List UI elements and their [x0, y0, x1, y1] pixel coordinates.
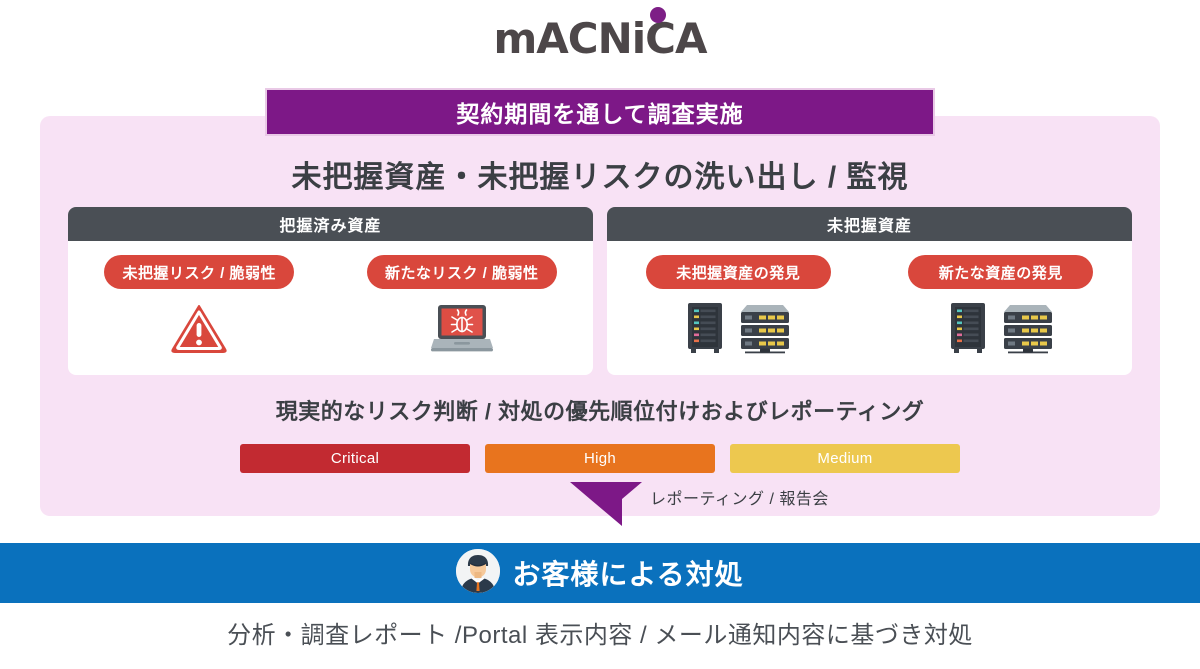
severity-bars: Critical High Medium [240, 444, 960, 473]
customer-action-label: お客様による対処 [512, 559, 744, 590]
severity-critical: Critical [240, 444, 470, 473]
logo-area: mACNiCA [0, 7, 1200, 68]
severity-high: High [485, 444, 715, 473]
known-assets-body: 未把握リスク / 脆弱性 新たなリスク / 脆弱性 [68, 241, 593, 375]
businessman-avatar-icon [456, 548, 501, 598]
logo-text: mACNiCA [493, 14, 708, 63]
known-assets-card: 把握済み資産 未把握リスク / 脆弱性 新たなリスク / 脆弱性 [68, 207, 593, 375]
known-assets-cell-2: 新たなリスク / 脆弱性 [331, 241, 594, 375]
unknown-assets-cell-1: 未把握資産の発見 [607, 241, 870, 375]
unknown-assets-cell-2: 新たな資産の発見 [870, 241, 1133, 375]
panel-subtitle: 未把握資産・未把握リスクの洗い出し / 監視 [291, 161, 909, 194]
down-arrow-icon [570, 480, 642, 527]
warning-triangle-icon [171, 299, 227, 357]
priority-title: 現実的なリスク判断 / 対処の優先順位付けおよびレポーティング [275, 399, 925, 424]
bottom-caption: 分析・調査レポート /Portal 表示内容 / メール通知内容に基づき対処 [227, 622, 973, 649]
new-risk-pill: 新たなリスク / 脆弱性 [366, 255, 557, 289]
known-assets-cell-1: 未把握リスク / 脆弱性 [68, 241, 331, 375]
severity-medium: Medium [730, 444, 960, 473]
known-assets-header: 把握済み資産 [68, 207, 593, 241]
unknown-risk-pill: 未把握リスク / 脆弱性 [104, 255, 294, 289]
unknown-assets-body: 未把握資産の発見 新たな資産の発見 [607, 241, 1132, 375]
unknown-assets-card: 未把握資産 未把握資産の発見 新たな資産の発見 [607, 207, 1132, 375]
new-asset-discovery-pill: 新たな資産の発見 [908, 255, 1094, 289]
banner-title: 契約期間を通して調査実施 [456, 101, 744, 127]
unknown-assets-header: 未把握資産 [607, 207, 1132, 241]
unknown-asset-discovery-pill: 未把握資産の発見 [645, 255, 831, 289]
reporting-label: レポーティング / 報告会 [650, 491, 829, 508]
server-rack-icon [946, 299, 1056, 357]
server-rack-icon [683, 299, 793, 357]
customer-action-bar: お客様による対処 [0, 543, 1200, 603]
macnica-logo: mACNiCA [493, 7, 708, 63]
logo-dot-icon [649, 7, 666, 23]
survey-period-banner: 契約期間を通して調査実施 [265, 88, 935, 136]
laptop-bug-icon [430, 299, 494, 357]
